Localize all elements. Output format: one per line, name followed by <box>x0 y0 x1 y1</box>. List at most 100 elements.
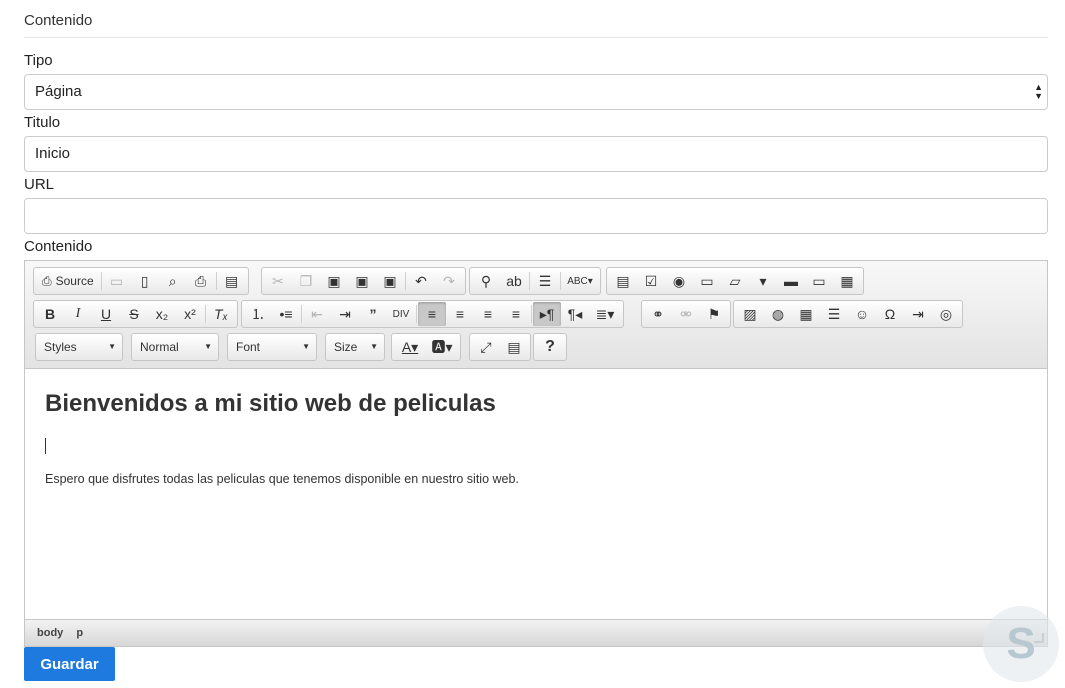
indent-icon[interactable]: ⇥ <box>331 302 359 326</box>
replace-icon[interactable]: ab <box>500 269 528 293</box>
redo-icon[interactable]: ↷ <box>435 269 463 293</box>
page-break-icon[interactable]: ⇥ <box>904 302 932 326</box>
section-divider <box>24 37 1048 38</box>
ltr-icon[interactable]: ▸¶ <box>533 302 561 326</box>
image-icon[interactable]: ▨ <box>736 302 764 326</box>
table-icon[interactable]: ▦ <box>792 302 820 326</box>
spellcheck-icon[interactable]: ABC▾ <box>562 269 598 293</box>
align-right-icon[interactable]: ≡ <box>474 302 502 326</box>
contenido-label: Contenido <box>24 238 93 255</box>
format-combo-label: Normal <box>140 340 179 354</box>
templates-icon[interactable]: ▤ <box>218 269 246 293</box>
about-group: ? <box>533 333 567 361</box>
remove-format-icon[interactable]: Tₓ <box>207 302 235 326</box>
help-icon[interactable]: ? <box>536 335 564 359</box>
paste-icon[interactable]: ▣ <box>320 269 348 293</box>
numbered-list-icon[interactable]: ⒈ <box>244 302 272 326</box>
titulo-input[interactable]: Inicio <box>24 136 1048 172</box>
blockquote-icon[interactable]: ” <box>359 302 387 326</box>
horizontal-line-icon[interactable]: ☰ <box>820 302 848 326</box>
source-label: Source <box>55 274 94 288</box>
help-logo-icon: S <box>983 606 1059 682</box>
path-body[interactable]: body <box>37 627 63 639</box>
button-icon[interactable]: ▬ <box>777 269 805 293</box>
checkbox-icon[interactable]: ☑ <box>637 269 665 293</box>
rtl-icon[interactable]: ¶◂ <box>561 302 589 326</box>
language-icon[interactable]: ≣▾ <box>589 302 621 326</box>
tools-group: ⤢ ▤ <box>469 333 531 361</box>
styles-combo-label: Styles <box>44 340 77 354</box>
superscript-icon[interactable]: x² <box>176 302 204 326</box>
italic-icon[interactable]: I <box>64 302 92 326</box>
source-button[interactable]: ⎙ Source <box>36 269 100 293</box>
underline-icon[interactable]: U <box>92 302 120 326</box>
content-heading: Bienvenidos a mi sitio web de peliculas <box>45 390 496 417</box>
copy-icon[interactable]: ❐ <box>292 269 320 293</box>
special-char-icon[interactable]: Ω <box>876 302 904 326</box>
separator <box>100 272 102 290</box>
dropdown-caret-icon: ▼ <box>108 342 116 351</box>
styles-combo[interactable]: Styles ▼ <box>35 333 123 361</box>
maximize-icon[interactable]: ⤢ <box>472 335 500 359</box>
tipo-select[interactable]: Página ▲ ▼ <box>24 74 1048 110</box>
tipo-select-value: Página <box>35 83 82 100</box>
select-all-icon[interactable]: ☰ <box>531 269 559 293</box>
path-p[interactable]: p <box>76 627 83 639</box>
link-icon[interactable]: ⚭ <box>644 302 672 326</box>
unlink-icon[interactable]: ⚮ <box>672 302 700 326</box>
basic-styles-group: B I U S x₂ x² Tₓ <box>33 300 238 328</box>
dropdown-caret-icon: ▼ <box>302 342 310 351</box>
separator <box>301 305 302 323</box>
bulleted-list-icon[interactable]: •≡ <box>272 302 300 326</box>
preview-icon[interactable]: ⌕ <box>159 269 187 293</box>
textarea-icon[interactable]: ▱ <box>721 269 749 293</box>
editor-content-area[interactable]: Bienvenidos a mi sitio web de peliculas … <box>25 370 1047 619</box>
form-icon[interactable]: ▤ <box>609 269 637 293</box>
image-button-icon[interactable]: ▭ <box>805 269 833 293</box>
section-title: Contenido <box>24 12 93 29</box>
find-group: ⚲ ab ☰ ABC▾ <box>469 267 601 295</box>
new-page-icon[interactable]: ▯ <box>131 269 159 293</box>
justify-icon[interactable]: ≡ <box>502 302 530 326</box>
url-input[interactable] <box>24 198 1048 234</box>
strike-icon[interactable]: S <box>120 302 148 326</box>
iframe-icon[interactable]: ◎ <box>932 302 960 326</box>
anchor-icon[interactable]: ⚑ <box>700 302 728 326</box>
text-color-icon[interactable]: A▾ <box>394 335 426 359</box>
cut-icon[interactable]: ✂ <box>264 269 292 293</box>
format-combo[interactable]: Normal ▼ <box>131 333 219 361</box>
undo-icon[interactable]: ↶ <box>407 269 435 293</box>
select-field-icon[interactable]: ▾ <box>749 269 777 293</box>
text-cursor <box>45 438 46 454</box>
subscript-icon[interactable]: x₂ <box>148 302 176 326</box>
outdent-icon[interactable]: ⇤ <box>303 302 331 326</box>
separator <box>215 272 217 290</box>
source-icon: ⎙ <box>42 273 52 288</box>
rich-text-editor: ⎙ Source ▭ ▯ ⌕ ⎙ ▤ ✂ ❐ ▣ ▣ ▣ ↶ ↷ ⚲ ab ☰ A… <box>24 260 1048 647</box>
titulo-label: Titulo <box>24 114 61 131</box>
align-left-icon[interactable]: ≡ <box>418 302 446 326</box>
paste-word-icon[interactable]: ▣ <box>376 269 404 293</box>
smiley-icon[interactable]: ☺ <box>848 302 876 326</box>
paste-text-icon[interactable]: ▣ <box>348 269 376 293</box>
font-combo-label: Font <box>236 340 261 354</box>
background-color-icon[interactable]: 🅰▾ <box>426 335 458 359</box>
editor-statusbar: body p <box>25 619 1047 646</box>
size-combo[interactable]: Size ▼ <box>325 333 385 361</box>
align-center-icon[interactable]: ≡ <box>446 302 474 326</box>
radio-icon[interactable]: ◉ <box>665 269 693 293</box>
div-container-icon[interactable]: DIV <box>387 302 415 326</box>
links-group: ⚭ ⚮ ⚑ <box>641 300 731 328</box>
find-icon[interactable]: ⚲ <box>472 269 500 293</box>
url-label: URL <box>24 176 55 193</box>
hidden-field-icon[interactable]: ▦ <box>833 269 861 293</box>
flash-icon[interactable]: ◍ <box>764 302 792 326</box>
save-icon[interactable]: ▭ <box>103 269 131 293</box>
font-combo[interactable]: Font ▼ <box>227 333 317 361</box>
save-button[interactable]: Guardar <box>24 647 115 681</box>
text-field-icon[interactable]: ▭ <box>693 269 721 293</box>
print-icon[interactable]: ⎙ <box>187 269 215 293</box>
bold-icon[interactable]: B <box>36 302 64 326</box>
show-blocks-icon[interactable]: ▤ <box>500 335 528 359</box>
select-updown-icon: ▲ ▼ <box>1034 82 1043 101</box>
